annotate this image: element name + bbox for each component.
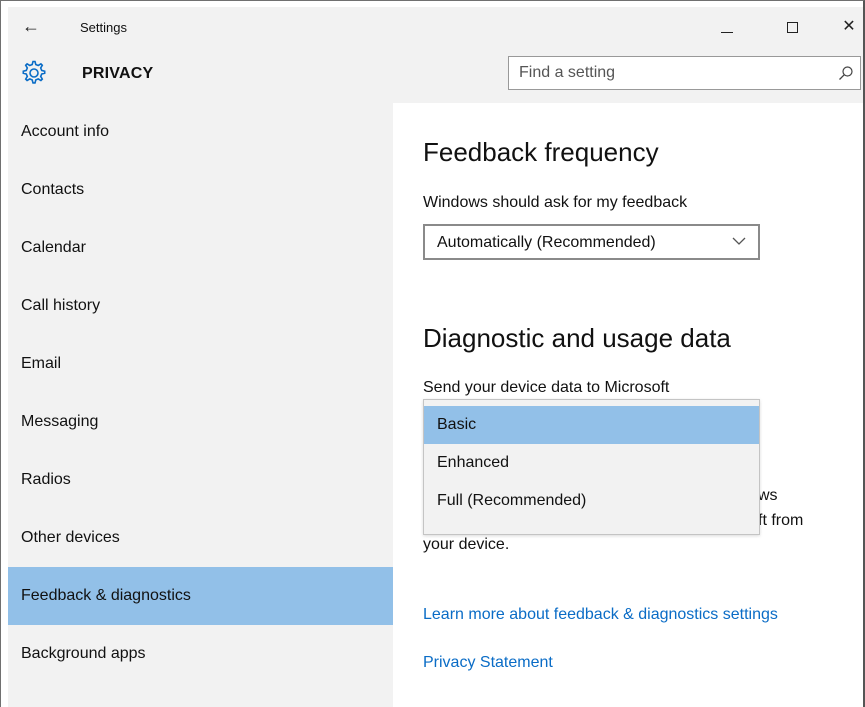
sidebar-item-feedback-diagnostics[interactable]: Feedback & diagnostics	[8, 567, 393, 625]
dropdown-option-full[interactable]: Full (Recommended)	[424, 482, 759, 520]
settings-window: ← Settings ✕ PRIVACY Accoun	[0, 0, 865, 707]
diagnostic-usage-heading: Diagnostic and usage data	[423, 323, 731, 353]
privacy-statement-link[interactable]: Privacy Statement	[423, 654, 553, 672]
diagnostic-usage-label: Send your device data to Microsoft	[423, 379, 670, 396]
sidebar-item-radios[interactable]: Radios	[8, 451, 393, 509]
feedback-frequency-value: Automatically (Recommended)	[437, 234, 656, 251]
chevron-down-icon	[732, 237, 746, 245]
search-input[interactable]	[519, 57, 819, 89]
close-button[interactable]: ✕	[826, 7, 865, 47]
minimize-icon	[721, 32, 733, 33]
diagnostic-description-fragment-2: ft from	[758, 512, 804, 529]
sidebar: Account info Contacts Calendar Call hist…	[8, 103, 393, 707]
maximize-button[interactable]	[770, 7, 816, 47]
gear-icon	[22, 60, 46, 84]
diagnostic-description-fragment: ws	[758, 487, 778, 504]
sidebar-item-call-history[interactable]: Call history	[8, 277, 393, 335]
maximize-icon	[787, 22, 798, 33]
feedback-frequency-heading: Feedback frequency	[423, 137, 659, 167]
title-bar: ← Settings ✕	[8, 7, 863, 47]
search-icon[interactable]	[838, 65, 854, 81]
page-header: PRIVACY	[8, 47, 863, 103]
sidebar-item-email[interactable]: Email	[8, 335, 393, 393]
diagnostic-description-end: your device.	[423, 536, 510, 553]
page-title: PRIVACY	[82, 65, 154, 82]
sidebar-item-background-apps[interactable]: Background apps	[8, 625, 393, 683]
sidebar-item-contacts[interactable]: Contacts	[8, 161, 393, 219]
feedback-frequency-label: Windows should ask for my feedback	[423, 194, 688, 211]
minimize-button[interactable]	[704, 7, 750, 47]
dropdown-option-enhanced[interactable]: Enhanced	[424, 444, 759, 482]
learn-more-link[interactable]: Learn more about feedback & diagnostics …	[423, 606, 778, 624]
search-box[interactable]	[508, 56, 861, 90]
back-button[interactable]: ←	[16, 15, 46, 39]
sidebar-item-other-devices[interactable]: Other devices	[8, 509, 393, 567]
dropdown-option-basic[interactable]: Basic	[424, 406, 759, 444]
sidebar-item-calendar[interactable]: Calendar	[8, 219, 393, 277]
sidebar-item-messaging[interactable]: Messaging	[8, 393, 393, 451]
close-icon: ✕	[842, 18, 856, 35]
diagnostic-level-dropdown[interactable]: Basic Enhanced Full (Recommended)	[423, 399, 760, 535]
main-content: Feedback frequency Windows should ask fo…	[393, 103, 863, 707]
window-title: Settings	[80, 20, 127, 35]
sidebar-item-account-info[interactable]: Account info	[8, 103, 393, 161]
feedback-frequency-select[interactable]: Automatically (Recommended)	[423, 224, 760, 260]
